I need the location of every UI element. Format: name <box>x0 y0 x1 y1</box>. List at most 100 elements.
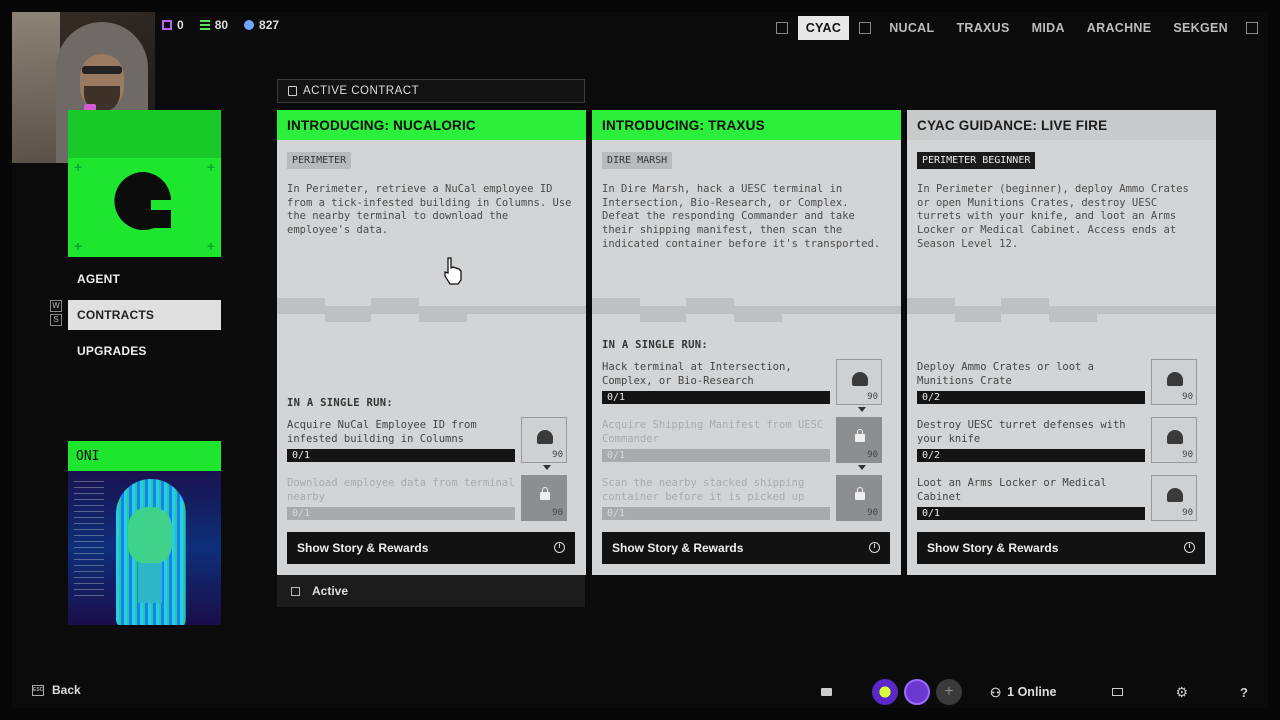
button-label: Show Story & Rewards <box>927 541 1059 555</box>
reward-box[interactable]: 90 <box>1151 475 1197 521</box>
card-location: PERIMETER <box>287 152 352 169</box>
back-label: Back <box>52 683 81 697</box>
avatar[interactable] <box>871 679 898 705</box>
run-label: IN A SINGLE RUN: <box>287 397 393 409</box>
tab-arachne[interactable]: ARACHNE <box>1079 16 1160 40</box>
agent-portrait <box>68 471 221 625</box>
key-hint-s: S <box>50 314 62 326</box>
show-story-rewards-button[interactable]: Show Story & Rewards i <box>602 532 890 564</box>
plus-corner-icon: + <box>74 238 83 254</box>
chevron-down-icon <box>858 465 866 470</box>
purple-square-icon <box>162 20 172 30</box>
agent-name: ONI <box>68 441 221 471</box>
objective-progress: 0/1 <box>602 391 830 404</box>
active-contract-label: ACTIVE CONTRACT <box>303 85 420 97</box>
contract-card-live-fire[interactable]: CYAC GUIDANCE: LIVE FIRE PERIMETER BEGIN… <box>907 110 1216 575</box>
agent-card[interactable]: ONI <box>68 441 221 625</box>
gear-icon[interactable]: ⚙ <box>1175 684 1188 701</box>
mail-icon[interactable] <box>1112 688 1124 696</box>
lock-icon <box>855 487 865 500</box>
back-button[interactable]: ESC Back <box>32 683 81 697</box>
contract-card-traxus[interactable]: INTRODUCING: TRAXUS DIRE MARSH In Dire M… <box>592 110 901 575</box>
key-hint-w: W <box>50 300 62 312</box>
objective-progress: 0/1 <box>917 507 1145 520</box>
reward-value: 90 <box>1182 392 1193 402</box>
nav-key-hints: W S <box>50 300 62 328</box>
run-label: IN A SINGLE RUN: <box>602 339 708 351</box>
objective-row: Acquire NuCal Employee ID from infested … <box>287 417 577 470</box>
show-story-rewards-button[interactable]: Show Story & Rewards i <box>917 532 1205 564</box>
online-status[interactable]: ⚇ 1 Online <box>990 685 1057 700</box>
objective-text: Deploy Ammo Crates or loot a Munitions C… <box>917 361 1095 387</box>
card-location: DIRE MARSH <box>602 152 673 169</box>
helmet-icon <box>537 430 553 444</box>
tab-nucal[interactable]: NUCAL <box>881 16 942 40</box>
reward-box[interactable]: 90 <box>521 417 567 463</box>
pixel-divider <box>907 298 1216 322</box>
currency-value: 80 <box>214 18 229 32</box>
prev-faction-key-icon[interactable] <box>775 22 788 34</box>
chat-icon[interactable] <box>820 688 832 696</box>
faction-logo-panel: + + + + <box>68 110 221 257</box>
tab-cyac[interactable]: CYAC <box>797 16 850 40</box>
objective-progress: 0/1 <box>287 449 515 462</box>
objective-progress: 0/2 <box>917 449 1145 462</box>
help-icon[interactable]: ? <box>1240 685 1248 700</box>
chevron-down-icon <box>858 407 866 412</box>
logo-topbar <box>68 110 221 158</box>
currency-bar: 0 80 827 <box>162 18 279 32</box>
objective-progress: 0/1 <box>287 507 515 520</box>
lock-icon <box>540 487 550 500</box>
objective-text: Download employee data from terminal nea… <box>287 477 515 503</box>
green-stack-icon <box>199 20 210 30</box>
tab-sekgen[interactable]: SEKGEN <box>1165 16 1236 40</box>
reward-box-locked[interactable]: 90 <box>836 475 882 521</box>
reward-value: 90 <box>1182 450 1193 460</box>
cyac-logo-icon <box>114 171 171 230</box>
tab-mida[interactable]: MIDA <box>1024 16 1073 40</box>
reward-box-locked[interactable]: 90 <box>521 475 567 521</box>
people-icon: ⚇ <box>989 685 1002 700</box>
nav-item-contracts[interactable]: CONTRACTS <box>68 300 221 330</box>
contract-card-nucaloric[interactable]: INTRODUCING: NUCALORIC PERIMETER In Peri… <box>277 110 586 575</box>
reward-box[interactable]: 90 <box>1151 359 1197 405</box>
faction-tabs: CYAC NUCAL TRAXUS MIDA ARACHNE SEKGEN <box>772 16 1262 40</box>
objective-progress: 0/1 <box>602 449 830 462</box>
card-description: In Dire Marsh, hack a UESC terminal in I… <box>602 183 881 250</box>
card-description: In Perimeter (beginner), deploy Ammo Cra… <box>917 183 1189 250</box>
add-party-member-icon[interactable]: + <box>935 679 962 705</box>
portrait-neck <box>138 563 162 603</box>
currency-value: 827 <box>259 18 280 32</box>
checkbox-icon <box>291 586 300 596</box>
webcam-background <box>0 0 60 163</box>
nav-item-upgrades[interactable]: UPGRADES <box>68 336 221 366</box>
avatar[interactable] <box>903 679 930 705</box>
info-icon: i <box>869 542 880 553</box>
reward-box[interactable]: 90 <box>1151 417 1197 463</box>
objective-text: Acquire Shipping Manifest from UESC Comm… <box>602 419 824 445</box>
reward-value: 90 <box>1182 508 1193 518</box>
objective-row: Deploy Ammo Crates or loot a Munitions C… <box>917 359 1207 411</box>
info-icon: i <box>1184 542 1195 553</box>
plus-corner-icon: + <box>206 159 215 175</box>
portrait-scanlines <box>74 481 104 601</box>
objective-row: Hack terminal at Intersection, Complex, … <box>602 359 892 412</box>
active-status-bar[interactable]: Active <box>277 575 585 607</box>
objective-text: Loot an Arms Locker or Medical Cabinet <box>917 477 1107 503</box>
reward-box-locked[interactable]: 90 <box>836 417 882 463</box>
nav-item-agent[interactable]: AGENT <box>68 264 221 294</box>
active-status-label: Active <box>312 584 349 598</box>
next-faction-key-icon[interactable] <box>1246 22 1258 34</box>
faction-marker-icon <box>859 22 872 34</box>
lock-icon <box>855 429 865 442</box>
plus-corner-icon: + <box>206 238 215 254</box>
tab-traxus[interactable]: TRAXUS <box>948 16 1017 40</box>
currency-value: 0 <box>177 18 184 32</box>
helmet-icon <box>1167 430 1183 444</box>
show-story-rewards-button[interactable]: Show Story & Rewards i <box>287 532 575 564</box>
reward-value: 90 <box>867 450 878 460</box>
reward-value: 90 <box>867 392 878 402</box>
reward-box[interactable]: 90 <box>836 359 882 405</box>
card-description: In Perimeter, retrieve a NuCal employee … <box>287 183 572 237</box>
reward-value: 90 <box>552 508 563 518</box>
